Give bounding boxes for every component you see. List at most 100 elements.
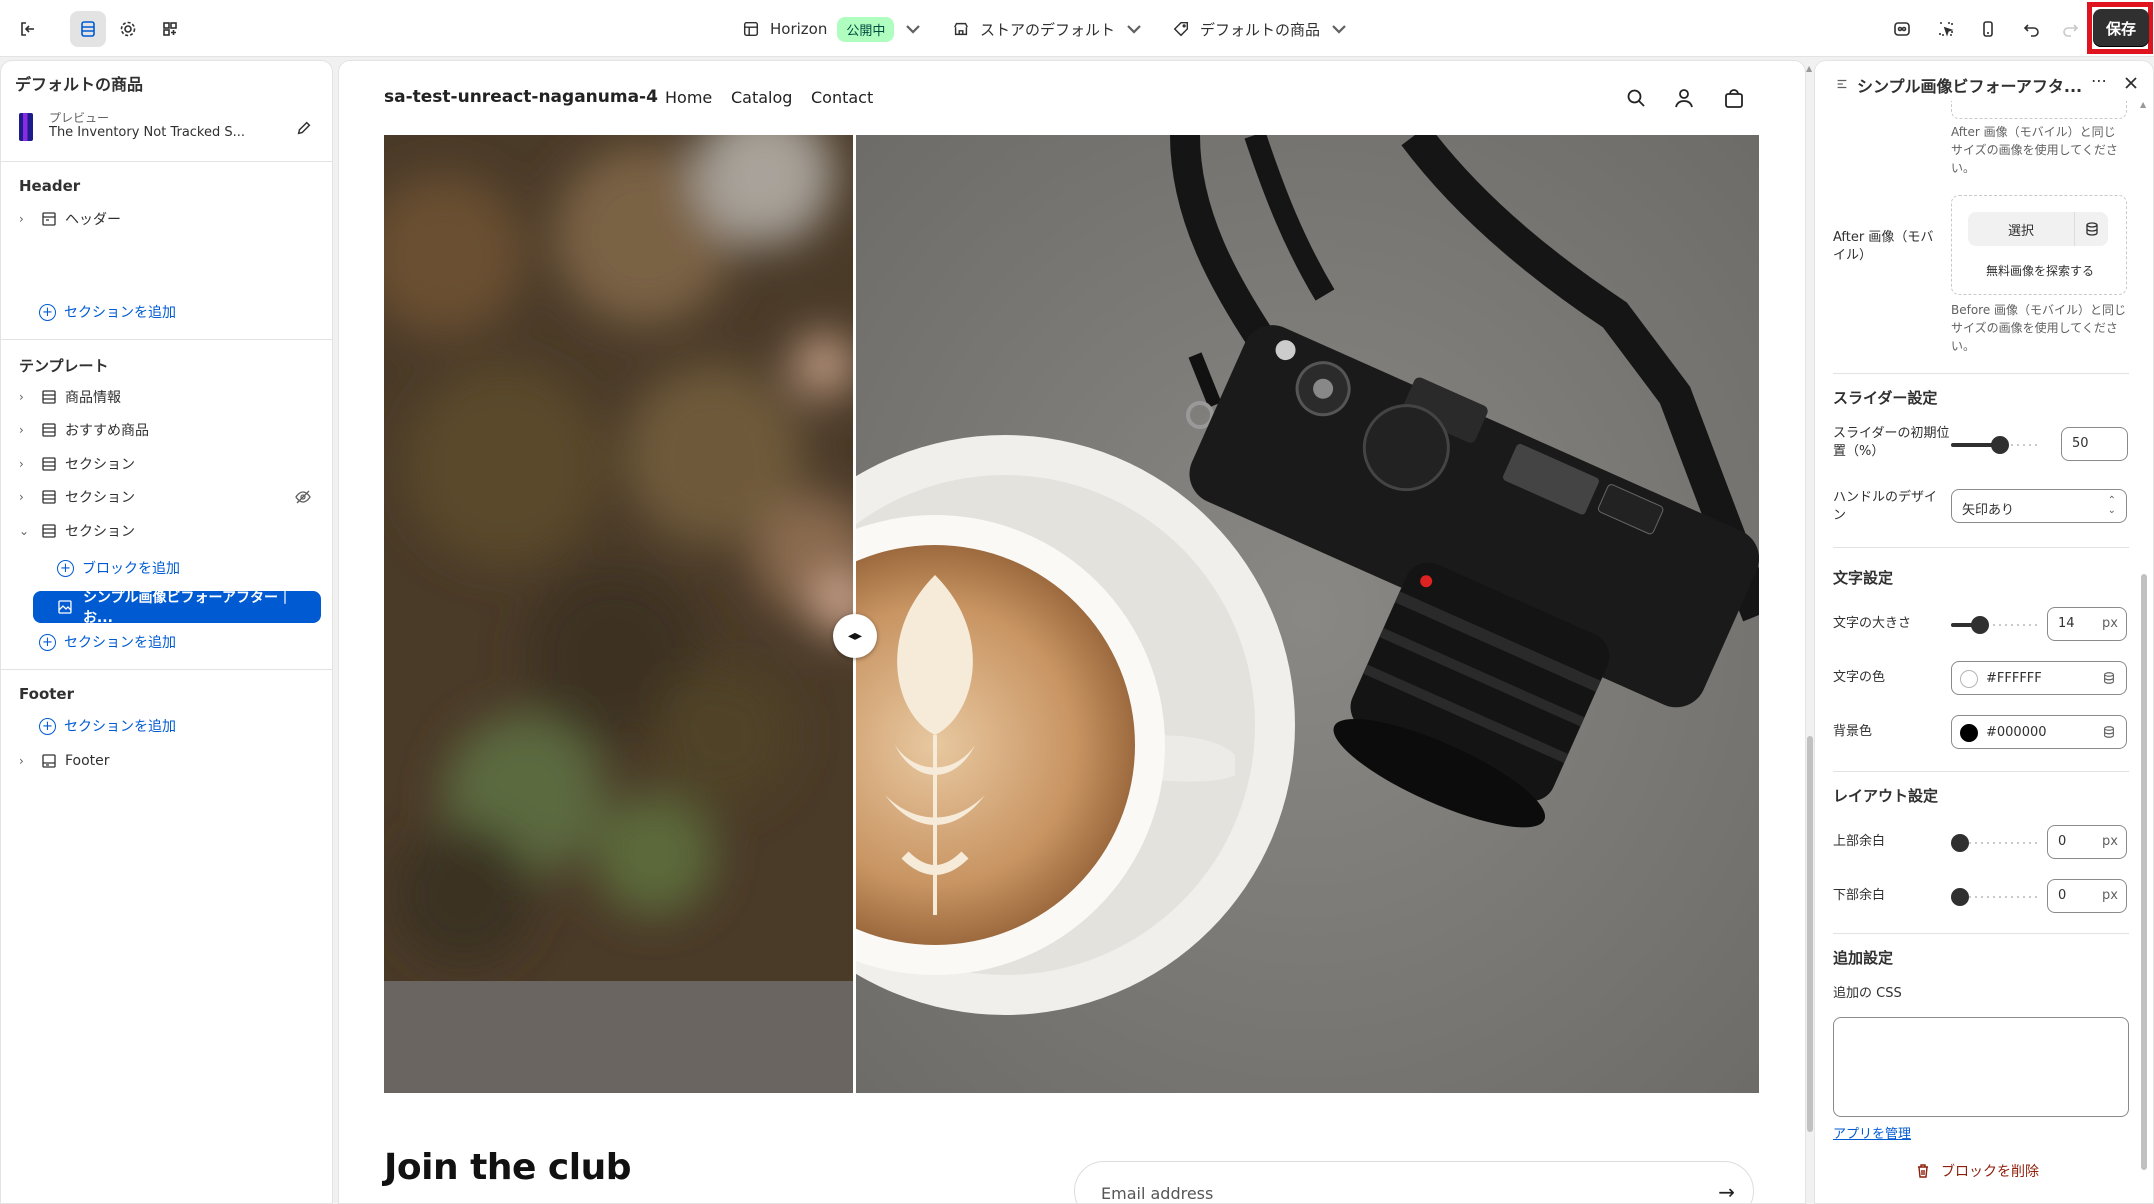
add-section-button[interactable]: + セクションを追加 (39, 629, 176, 655)
plus-circle-icon: + (57, 559, 74, 577)
section-item-hidden[interactable]: › セクション (19, 483, 319, 511)
explore-free-images-link[interactable]: 無料画像を探索する (1952, 262, 2128, 279)
top-margin-input[interactable]: 0 px (2047, 825, 2127, 859)
product-thumbnail (19, 113, 33, 141)
database-icon[interactable] (2102, 725, 2116, 739)
preview-product: The Inventory Not Tracked S... (49, 125, 246, 140)
email-placeholder: Email address (1101, 1184, 1214, 1203)
save-button[interactable]: 保存 (2093, 9, 2149, 47)
bottom-margin-input[interactable]: 0 px (2047, 879, 2127, 913)
product-default-label: デフォルトの商品 (1200, 20, 1321, 39)
manage-apps-link[interactable]: アプリを管理 (1833, 1123, 1911, 1142)
eye-hidden-icon[interactable] (295, 489, 311, 505)
text-size-input[interactable]: 14 px (2047, 607, 2127, 641)
edit-pencil-icon[interactable] (295, 119, 313, 137)
arrow-right-icon[interactable]: → (1718, 1180, 1735, 1203)
store-name[interactable]: sa-test-unreact-naganuma-4 (384, 87, 658, 107)
before-after-slider[interactable]: ◂▸ (384, 135, 1759, 1093)
image-block-icon (58, 600, 72, 614)
nav-contact[interactable]: Contact (811, 88, 873, 107)
bg-color-input[interactable]: #000000 (1951, 715, 2127, 749)
section-icon (42, 524, 56, 538)
bottom-margin-label: 下部余白 (1833, 888, 1886, 903)
section-icon (42, 423, 56, 437)
mobile-preview-icon[interactable] (1970, 11, 2006, 47)
search-icon[interactable] (1625, 87, 1647, 109)
sections-icon[interactable] (70, 11, 106, 47)
cart-icon[interactable] (1723, 87, 1745, 109)
database-icon[interactable] (2102, 671, 2116, 685)
slider-position-label: スライダーの初期位置（%） (1833, 426, 1950, 459)
settings-scrollbar[interactable]: ▲ (2140, 100, 2148, 1204)
newsletter-heading: Join the club (384, 1147, 632, 1188)
add-block-button[interactable]: + ブロックを追加 (57, 555, 180, 581)
section-icon (42, 490, 56, 504)
section-footer[interactable]: › Footer (19, 747, 319, 775)
exit-icon[interactable] (10, 11, 46, 47)
color-swatch[interactable] (1960, 670, 1978, 688)
apps-icon[interactable] (152, 11, 188, 47)
color-swatch[interactable] (1960, 724, 1978, 742)
settings-gear-icon[interactable] (110, 11, 146, 47)
chevron-right-icon: › (19, 457, 24, 471)
theme-dropdown[interactable]: Horizon 公開中 (742, 14, 922, 44)
product-preview-selector[interactable]: プレビュー The Inventory Not Tracked S... (15, 109, 321, 149)
text-color-input[interactable]: #FFFFFF (1951, 661, 2127, 695)
select-element-icon[interactable] (1928, 11, 1964, 47)
preview-label: プレビュー (49, 111, 110, 125)
block-type-icon (1837, 79, 1847, 89)
delete-block-button[interactable]: ブロックを削除 (1915, 1161, 2039, 1181)
section-featured-products[interactable]: › おすすめ商品 (19, 416, 319, 444)
after-image-help: After 画像（モバイル）と同じサイズの画像を使用してください。 (1951, 125, 2118, 175)
nav-home[interactable]: Home (665, 88, 712, 107)
section-icon (42, 390, 56, 404)
redo-icon[interactable] (2052, 11, 2088, 47)
top-margin-range[interactable] (1951, 834, 2039, 852)
section-header[interactable]: › ヘッダー (19, 205, 319, 233)
chevron-right-icon: › (19, 390, 24, 404)
tag-icon (1173, 21, 1189, 37)
select-image-button[interactable]: 選択 (1968, 212, 2108, 246)
selected-block-before-after[interactable]: シンプル画像ビフォーアフター｜お... (33, 590, 321, 626)
undo-icon[interactable] (2014, 11, 2050, 47)
after-mobile-label: After 画像（モバイル） (1833, 230, 1934, 263)
settings-header: シンプル画像ビフォーアフタ... ⋯ (1815, 61, 2153, 105)
close-icon[interactable] (2123, 75, 2139, 91)
before-image (384, 135, 854, 1093)
database-icon[interactable] (2084, 221, 2100, 237)
chevron-down-icon: ⌄ (19, 524, 30, 538)
block-settings-panel: シンプル画像ビフォーアフタ... ⋯ After 画像（モバイル）と同じサイズの… (1814, 60, 2154, 1204)
add-section-button[interactable]: + セクションを追加 (39, 299, 176, 325)
product-default-dropdown[interactable]: デフォルトの商品 (1172, 14, 1348, 44)
custom-css-textarea[interactable] (1833, 1017, 2129, 1117)
nav-catalog[interactable]: Catalog (731, 88, 792, 107)
text-size-range[interactable] (1951, 616, 2039, 634)
preview-scrollbar[interactable]: ▲ (1806, 60, 1814, 1204)
store-default-dropdown[interactable]: ストアのデフォルト (952, 14, 1143, 44)
more-options-icon[interactable]: ⋯ (2091, 71, 2107, 90)
sections-panel: デフォルトの商品 プレビュー The Inventory Not Tracked… (0, 60, 333, 1204)
account-icon[interactable] (1673, 87, 1695, 109)
slider-position-input[interactable]: 50 (2061, 427, 2128, 461)
store-preview[interactable]: sa-test-unreact-naganuma-4 Home Catalog … (338, 60, 1806, 1204)
bottom-margin-range[interactable] (1951, 888, 2039, 906)
email-input[interactable]: Email address → (1074, 1161, 1754, 1203)
chevron-right-icon: › (19, 490, 24, 504)
chevron-down-icon (1127, 25, 1141, 34)
add-section-button[interactable]: + セクションを追加 (39, 713, 176, 739)
handle-design-select[interactable]: 矢印あり ⌃ ⌄ (1951, 489, 2127, 523)
inspector-icon[interactable] (1884, 11, 1920, 47)
before-image-help: Before 画像（モバイル）と同じサイズの画像を使用してください。 (1951, 303, 2127, 353)
slider-handle-arrows-icon[interactable]: ◂▸ (833, 614, 877, 658)
section-item[interactable]: › セクション (19, 450, 319, 478)
extra-settings-heading: 追加設定 (1833, 949, 1894, 967)
slider-position-range[interactable] (1951, 436, 2039, 454)
panel-title: デフォルトの商品 (15, 75, 144, 94)
section-icon (42, 457, 56, 471)
section-item-expanded[interactable]: ⌄ セクション (19, 517, 319, 545)
text-size-label: 文字の大きさ (1833, 616, 1912, 631)
slider-settings-heading: スライダー設定 (1833, 389, 1938, 407)
chevron-down-icon (906, 25, 921, 34)
section-product-info[interactable]: › 商品情報 (19, 383, 319, 411)
store-default-label: ストアのデフォルト (980, 20, 1116, 39)
